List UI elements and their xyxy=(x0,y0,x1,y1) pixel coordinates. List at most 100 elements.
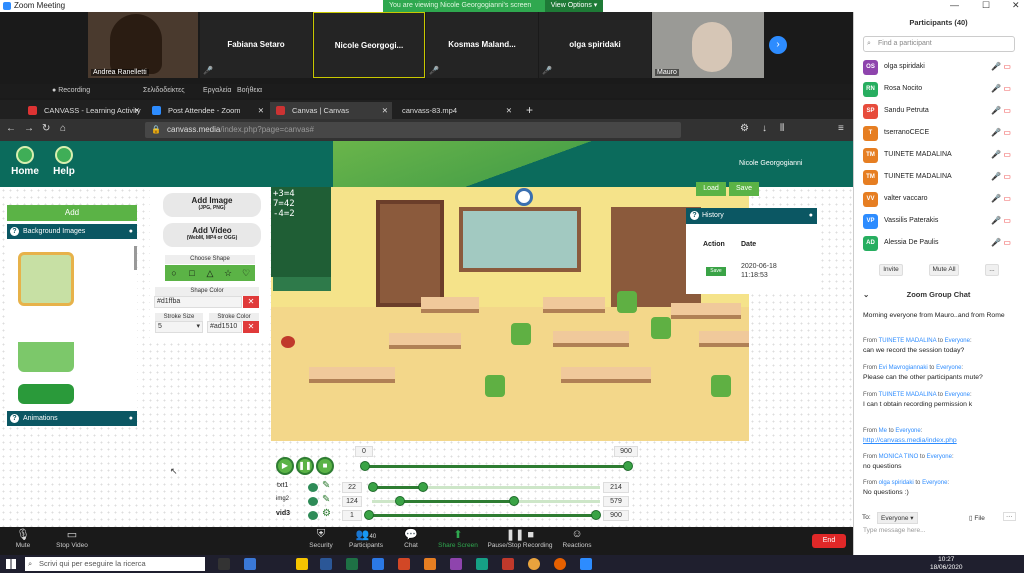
eye-icon[interactable] xyxy=(308,497,318,506)
chat-input[interactable]: Type message here... xyxy=(863,527,1013,539)
expand-icon[interactable]: ● xyxy=(129,411,133,426)
close-tab-icon[interactable]: ✕ xyxy=(134,102,140,119)
video-tile[interactable]: Fabiana Setaro 🎤 xyxy=(200,12,312,78)
menu-item[interactable]: Σελιδοδείκτες xyxy=(143,87,185,94)
edit-icon[interactable]: ✎ xyxy=(322,480,330,491)
video-tile-active[interactable]: Nicole Georgogi... xyxy=(313,12,425,78)
track-end-handle[interactable] xyxy=(591,510,601,520)
background-images-section[interactable]: ? Background Images ● xyxy=(7,224,137,239)
eye-icon[interactable] xyxy=(308,483,318,492)
close-icon[interactable]: ✕ xyxy=(1012,0,1020,11)
help-button[interactable]: Help xyxy=(50,146,78,177)
windows-start-icon[interactable] xyxy=(6,559,16,569)
participant-row[interactable]: TM TUINETE MADALINA 🎤 ▭ xyxy=(863,168,1013,188)
participant-row[interactable]: VP Vassilis Paterakis 🎤 ▭ xyxy=(863,212,1013,232)
participant-row[interactable]: TtserranoCECE 🎤 ▭ xyxy=(863,124,1013,144)
close-tab-icon[interactable]: ✕ xyxy=(258,102,264,119)
mute-all-button[interactable]: Mute All xyxy=(929,264,959,276)
next-page-button[interactable]: › xyxy=(769,36,787,54)
video-tile[interactable]: Mauro xyxy=(652,12,764,78)
mute-button[interactable]: 🎙 Mute xyxy=(8,528,38,549)
acrobat-icon[interactable] xyxy=(502,558,514,570)
track-to[interactable]: 579 xyxy=(603,496,629,507)
end-button[interactable]: End xyxy=(812,534,846,548)
animations-section[interactable]: ? Animations ● xyxy=(7,411,137,426)
more-button[interactable]: ... xyxy=(985,264,999,276)
library-icon[interactable]: ⫴ xyxy=(780,123,784,134)
track-start-handle[interactable] xyxy=(395,496,405,506)
video-tile[interactable]: Andrea Ranelletti xyxy=(88,12,198,78)
home-button[interactable]: Home xyxy=(9,146,41,177)
file-button[interactable]: ▯ File xyxy=(969,514,985,522)
close-tab-icon[interactable]: ✕ xyxy=(506,102,512,119)
track-from[interactable]: 1 xyxy=(342,510,362,521)
edge-icon[interactable] xyxy=(244,558,256,570)
participants-button[interactable]: 👥40 Participants xyxy=(346,528,386,549)
background-thumbnail[interactable] xyxy=(18,318,74,372)
download-icon[interactable]: ↓ xyxy=(762,123,767,134)
stroke-color-input[interactable]: #ad1510 xyxy=(207,321,242,333)
add-button[interactable]: Add xyxy=(7,205,137,221)
security-button[interactable]: ⛨ Security xyxy=(304,528,338,549)
participant-search-input[interactable]: ⌕ Find a participant xyxy=(863,36,1015,52)
participant-row[interactable]: VV valter vaccaro 🎤 ▭ xyxy=(863,190,1013,210)
expand-icon[interactable]: ● xyxy=(809,208,813,224)
add-video-button[interactable]: Add Video (WebM, MP4 or OGG) xyxy=(163,223,261,247)
mail-icon[interactable] xyxy=(372,558,384,570)
track-from[interactable]: 124 xyxy=(342,496,362,507)
history-save-badge[interactable]: Save xyxy=(706,267,726,276)
background-thumbnail[interactable] xyxy=(18,252,74,306)
edit-icon[interactable]: ✎ xyxy=(322,494,330,505)
load-button[interactable]: Load xyxy=(696,182,726,196)
reload-icon[interactable]: ↻ xyxy=(42,123,50,134)
collapse-icon[interactable]: ● xyxy=(129,224,133,239)
play-button[interactable]: ▶ xyxy=(276,457,294,475)
clear-shape-color-button[interactable]: ✕ xyxy=(243,296,259,308)
tab-canvass-learning[interactable]: CANVASS - Learning Activity C✕ xyxy=(22,102,144,132)
scrollbar[interactable] xyxy=(134,246,137,270)
track-end-handle[interactable] xyxy=(418,482,428,492)
menu-item[interactable]: Εργαλεία xyxy=(203,87,231,94)
address-bar[interactable]: 🔒 canvass.media/index.php?page=canvas# xyxy=(145,122,681,138)
forward-icon[interactable]: → xyxy=(24,123,34,134)
participant-row[interactable]: RN Rosa Nocito 🎤 ▭ xyxy=(863,80,1013,100)
pause-button[interactable]: ❚❚ xyxy=(296,457,314,475)
powerpoint-icon[interactable] xyxy=(398,558,410,570)
close-tab-icon[interactable]: ✕ xyxy=(382,102,388,119)
share-screen-button[interactable]: ⬆ Share Screen xyxy=(436,528,480,549)
reactions-button[interactable]: ☺ Reactions xyxy=(560,528,594,549)
eye-icon[interactable] xyxy=(308,511,318,520)
circle-shape-icon[interactable]: ○ xyxy=(165,265,183,281)
track-range[interactable] xyxy=(373,486,423,489)
taskbar-search-input[interactable]: ⌕ Scrivi qui per eseguire la ricerca xyxy=(25,557,205,571)
participant-row[interactable]: OS olga spiridaki 🎤 ▭ xyxy=(863,58,1013,78)
track-start-handle[interactable] xyxy=(368,482,378,492)
track-start-handle[interactable] xyxy=(364,510,374,520)
video-tile[interactable]: Kosmas Maland... 🎤 xyxy=(426,12,538,78)
video-tile[interactable]: olga spiridaki 🎤 xyxy=(539,12,651,78)
clear-stroke-color-button[interactable]: ✕ xyxy=(243,321,259,333)
view-options-button[interactable]: View Options ▾ xyxy=(545,0,603,12)
track-range[interactable] xyxy=(400,500,514,503)
tab-video[interactable]: canvass-83.mp4 ✕ xyxy=(394,102,516,119)
back-icon[interactable]: ← xyxy=(6,123,16,134)
shape-color-input[interactable]: #d1ffba xyxy=(154,296,242,308)
task-view-icon[interactable] xyxy=(218,558,230,570)
chrome-icon[interactable] xyxy=(528,558,540,570)
maximize-icon[interactable]: ☐ xyxy=(982,0,990,11)
participant-row[interactable]: SP Sandu Petruta 🎤 ▭ xyxy=(863,102,1013,122)
master-start-handle[interactable] xyxy=(360,461,370,471)
track-from[interactable]: 22 xyxy=(342,482,362,493)
record-button[interactable]: ❚❚ ■ Pause/Stop Recording xyxy=(486,528,554,549)
participant-row[interactable]: AD Alessia De Paulis 🎤 ▭ xyxy=(863,234,1013,254)
browser-menu-icon[interactable]: ≡ xyxy=(838,123,844,134)
add-image-button[interactable]: Add Image (JPG, PNG) xyxy=(163,193,261,217)
track-to[interactable]: 900 xyxy=(603,510,629,521)
excel-icon[interactable] xyxy=(346,558,358,570)
heart-shape-icon[interactable]: ♡ xyxy=(237,265,255,281)
track-range[interactable] xyxy=(368,514,596,517)
track-end-handle[interactable] xyxy=(509,496,519,506)
save-button[interactable]: Save xyxy=(729,182,759,196)
triangle-shape-icon[interactable]: △ xyxy=(201,265,219,281)
chat-more-button[interactable]: ··· xyxy=(1003,512,1016,521)
